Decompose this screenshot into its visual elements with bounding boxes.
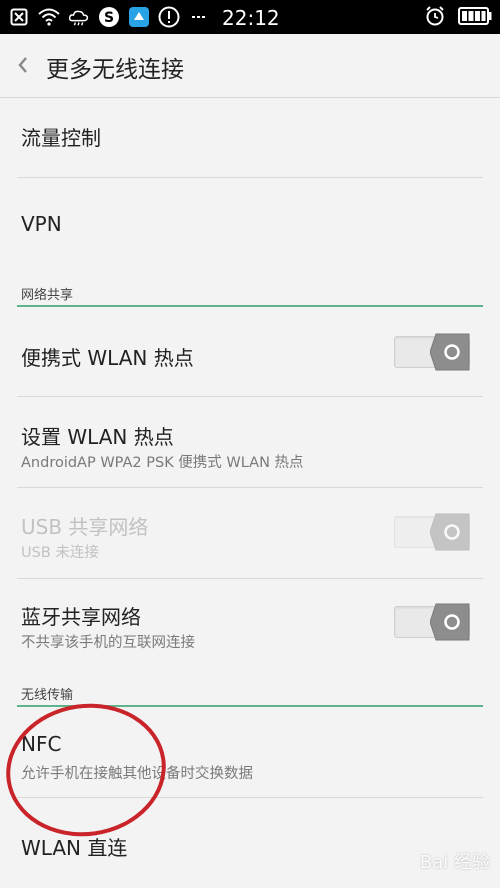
alarm-icon [424, 5, 446, 27]
list-item-traffic-control[interactable]: 流量控制 [0, 99, 500, 187]
divider [17, 177, 483, 178]
app-bar: 更多无线连接 [0, 34, 500, 98]
watermark: Bai 经验 [419, 852, 490, 873]
more-icon [188, 6, 210, 28]
svg-text:S: S [104, 10, 114, 26]
section-header-wireless-transfer: 无线传输 [21, 688, 74, 703]
section-header-network-sharing: 网络共享 [21, 288, 74, 303]
toggle-knob [429, 603, 470, 641]
list-item-bluetooth-tethering[interactable]: 蓝牙共享网络 不共享该手机的互联网连接 [0, 578, 500, 668]
close-box-icon [8, 6, 30, 28]
status-time: 22:12 [222, 6, 280, 30]
app-icon [128, 6, 150, 28]
wifi-icon [38, 6, 60, 28]
wlan-hotspot-toggle[interactable] [394, 333, 470, 371]
skype-icon: S [98, 6, 120, 28]
wlan-direct-label: WLAN 直连 [21, 836, 128, 860]
bluetooth-tethering-summary: 不共享该手机的互联网连接 [21, 635, 195, 651]
list-item-usb-tethering: USB 共享网络 USB 未连接 [0, 488, 500, 579]
bluetooth-tethering-toggle[interactable] [394, 603, 470, 641]
usb-tethering-label: USB 共享网络 [21, 515, 149, 539]
usb-tethering-toggle [394, 513, 470, 551]
alert-icon [158, 6, 180, 28]
toggle-knob [429, 513, 470, 551]
cloud-icon [68, 6, 90, 28]
list-item-wlan-hotspot[interactable]: 便携式 WLAN 热点 [0, 307, 500, 397]
status-bar: S 22:12 [0, 0, 500, 34]
list-item-wlan-hotspot-settings[interactable]: 设置 WLAN 热点 AndroidAP WPA2 PSK 便携式 WLAN 热… [0, 397, 500, 488]
list-item-vpn[interactable]: VPN [0, 187, 500, 277]
page-title: 更多无线连接 [46, 57, 184, 83]
bluetooth-tethering-label: 蓝牙共享网络 [21, 605, 141, 629]
status-icons-right [424, 5, 492, 27]
hotspot-settings-summary: AndroidAP WPA2 PSK 便携式 WLAN 热点 [21, 455, 304, 471]
usb-tethering-summary: USB 未连接 [21, 545, 99, 561]
hotspot-settings-label: 设置 WLAN 热点 [21, 425, 174, 449]
status-icons-left: S [8, 4, 210, 30]
battery-icon [458, 5, 492, 27]
toggle-knob [429, 333, 470, 371]
wlan-hotspot-label: 便携式 WLAN 热点 [21, 346, 194, 370]
vpn-label: VPN [21, 212, 62, 236]
chevron-left-icon [18, 57, 27, 73]
back-button[interactable] [14, 54, 32, 76]
traffic-control-label: 流量控制 [21, 126, 101, 150]
